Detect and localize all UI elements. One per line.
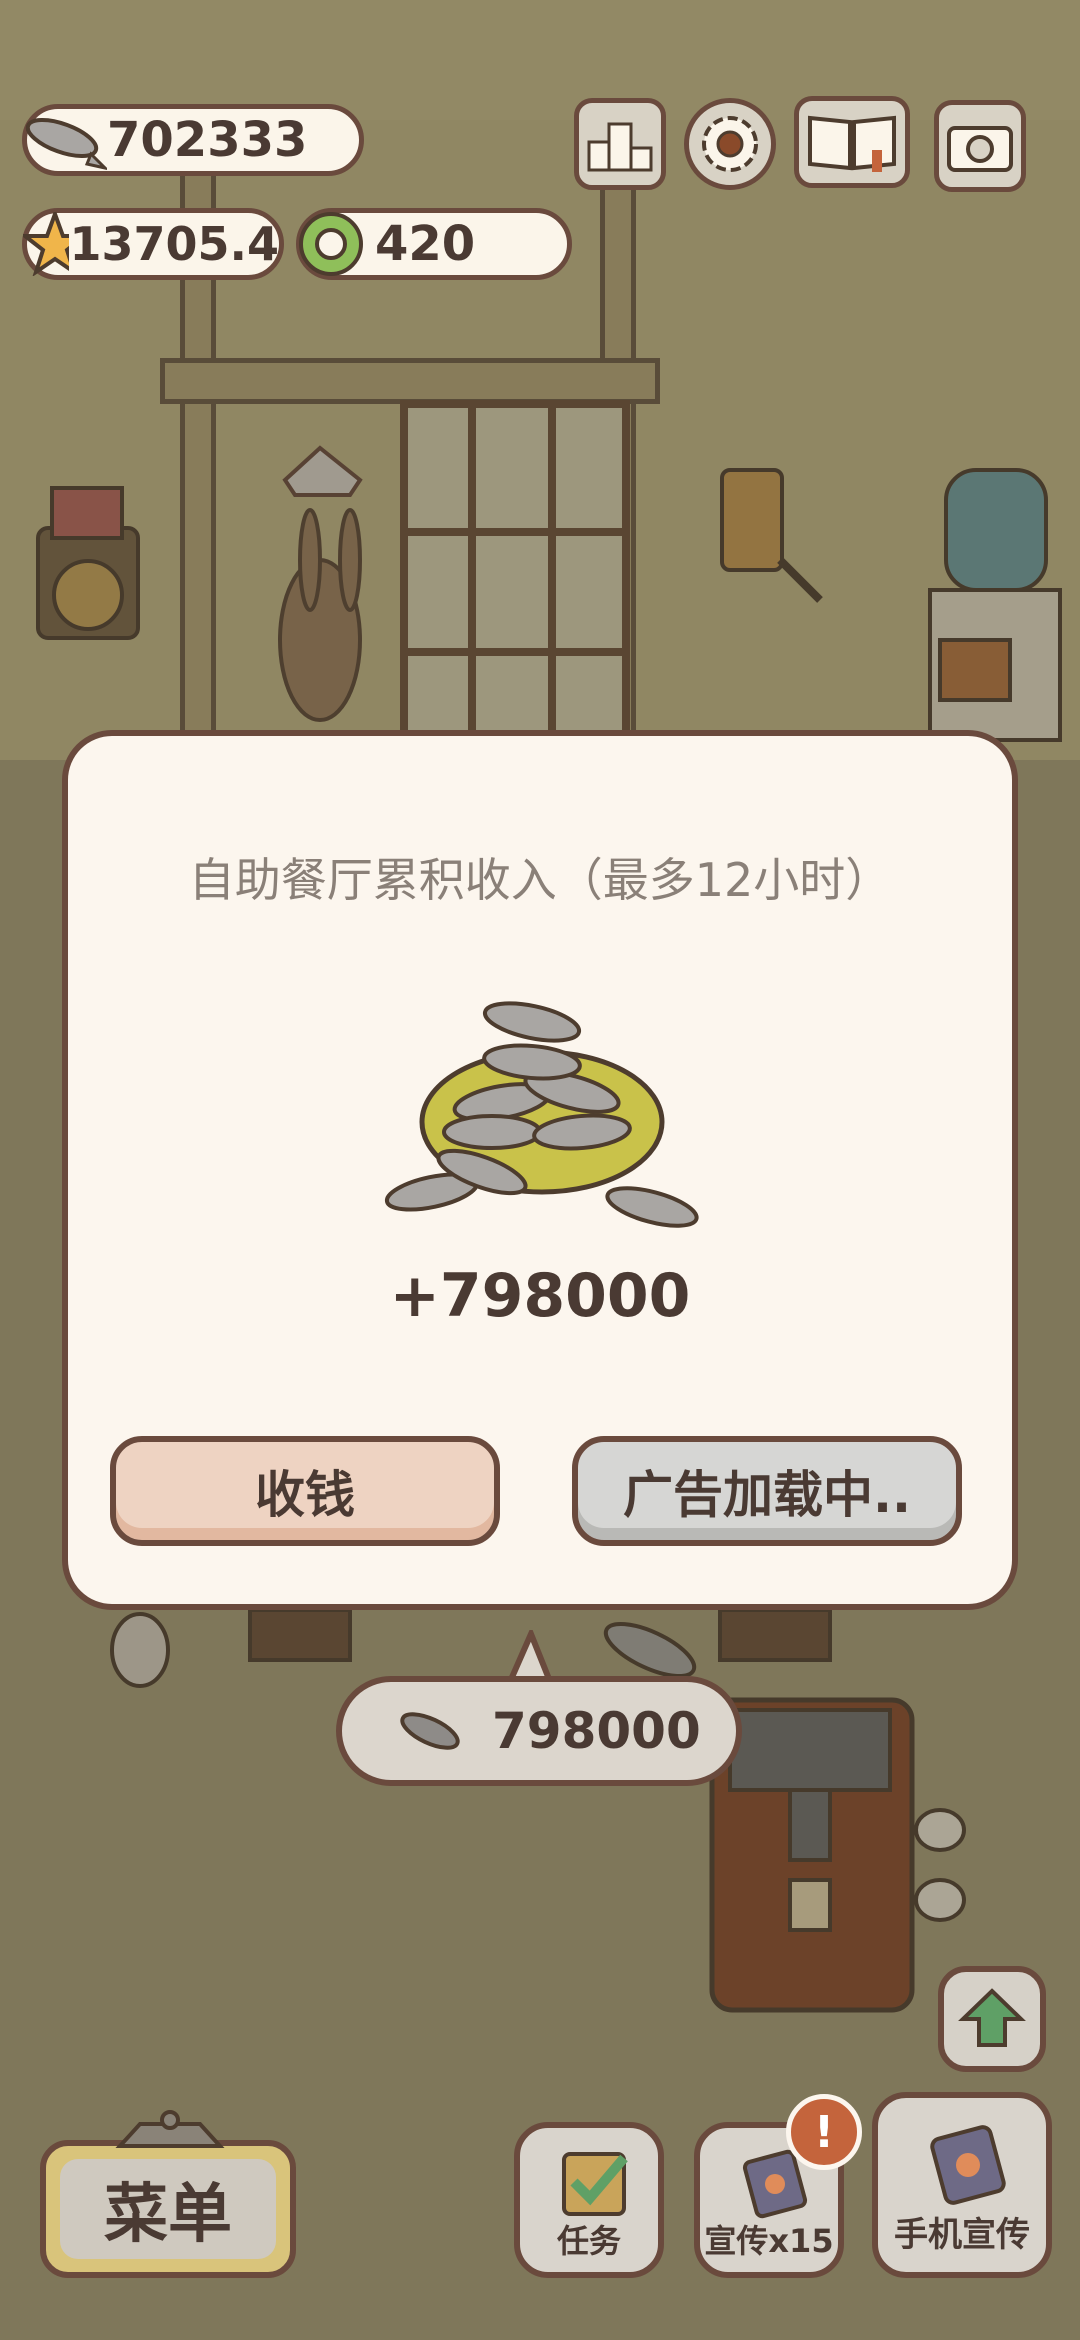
fish-count: 702333 <box>107 112 308 168</box>
fish-pile-icon <box>384 1001 699 1228</box>
gear-icon <box>702 116 758 172</box>
ranking-button[interactable] <box>574 98 666 190</box>
bubble-amount: 798000 <box>492 1702 701 1760</box>
income-bubble[interactable]: 798000 <box>336 1676 742 1786</box>
book-icon <box>808 115 896 172</box>
checkbox-icon <box>562 2152 628 2216</box>
dialog-title: 自助餐厅累积收入（最多12小时） <box>188 853 892 907</box>
promote-label: 宣传x15 <box>704 2222 834 2260</box>
watch-ad-button[interactable]: 广告加载中.. <box>572 1436 962 1546</box>
star-rating-bar: 13705.4 <box>22 208 284 280</box>
podium-icon <box>587 122 653 172</box>
star-icon <box>23 212 70 276</box>
up-arrow-icon <box>958 1988 1026 2047</box>
camera-icon <box>947 126 1013 172</box>
tasks-label: 任务 <box>556 2222 621 2260</box>
menu-button[interactable]: 菜单 <box>40 2140 296 2278</box>
flyer-icon <box>930 2125 1006 2205</box>
collect-money-button[interactable]: 收钱 <box>110 1436 500 1546</box>
star-rating: 13705.4 <box>69 217 279 271</box>
fish-icon <box>25 117 107 170</box>
settings-button[interactable] <box>684 98 776 190</box>
coupon-count: 420 <box>375 216 476 272</box>
income-dialog: 自助餐厅累积收入（最多12小时） +798000 收钱 广告加载中.. <box>62 730 1018 1610</box>
fish-icon <box>400 1712 460 1750</box>
phone-promote-button[interactable]: 手机宣传 <box>872 2092 1052 2278</box>
upgrade-button[interactable] <box>938 1966 1046 2072</box>
recipe-book-button[interactable] <box>794 96 910 188</box>
coupon-ring-icon <box>299 212 363 276</box>
menu-label: 菜单 <box>60 2159 276 2259</box>
clipboard-clip-icon <box>115 2110 225 2148</box>
tasks-button[interactable]: 任务 <box>514 2122 664 2278</box>
coupon-bar: 420 <box>296 208 572 280</box>
fish-currency-bar: 702333 <box>22 104 364 176</box>
phone-promote-label: 手机宣传 <box>894 2215 1030 2255</box>
camera-button[interactable] <box>934 100 1026 192</box>
notification-badge: ! <box>786 2094 862 2170</box>
income-amount: +798000 <box>389 1261 691 1331</box>
